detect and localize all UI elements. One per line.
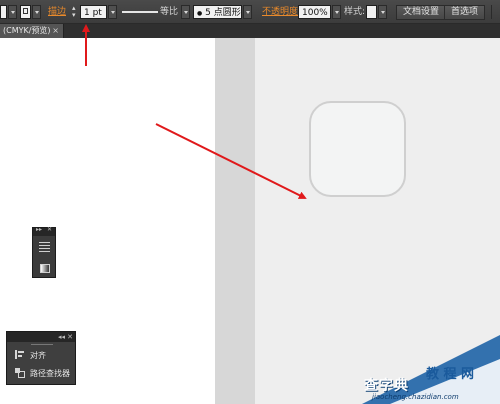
gradient-panel-icon[interactable] <box>40 264 50 273</box>
align-icon <box>15 350 24 359</box>
document-tab-bar: (CMYK/预览) × <box>0 24 500 38</box>
pathfinder-panel-item[interactable]: 路径查找器 <box>15 367 70 380</box>
watermark-subtitle: 教 程 网 <box>426 367 475 382</box>
stroke-panel-icon[interactable] <box>39 242 50 254</box>
document-setup-button[interactable]: 文档设置 <box>396 5 447 20</box>
close-panel-icon[interactable]: ✕ <box>47 226 52 233</box>
variable-width-profile[interactable] <box>122 5 158 19</box>
stroke-color-dropdown[interactable] <box>32 5 41 19</box>
close-tab-icon[interactable]: × <box>52 24 59 38</box>
close-panel-icon[interactable]: ✕ <box>67 332 73 342</box>
graphic-style-swatch[interactable] <box>366 5 377 19</box>
opacity-label[interactable]: 不透明度 <box>262 5 298 19</box>
pathfinder-icon <box>15 368 25 378</box>
opacity-input[interactable]: 100% <box>298 5 331 19</box>
expand-panel-icon[interactable]: ▸▸ <box>36 226 42 233</box>
align-label: 对齐 <box>30 351 46 360</box>
fill-color-swatch[interactable] <box>0 5 7 19</box>
expand-panel-icon[interactable]: ◂◂ <box>58 332 65 342</box>
graphic-style-dropdown[interactable] <box>378 5 387 19</box>
stroke-swatch-icon <box>23 8 28 14</box>
panel-grip[interactable] <box>31 344 53 345</box>
collapsed-panel-header[interactable]: ▸▸ ✕ <box>33 226 55 236</box>
toolbar-divider <box>491 5 492 19</box>
brush-label: 5 点圆形 <box>205 8 241 18</box>
stroke-weight-stepper[interactable]: ▴ ▾ <box>72 5 79 19</box>
fill-dropdown-arrow[interactable] <box>8 5 17 19</box>
document-tab-title: (CMYK/预览) <box>3 26 51 35</box>
style-label: 样式: <box>344 7 366 17</box>
document-tab[interactable]: (CMYK/预览) × <box>0 24 64 38</box>
stroke-label[interactable]: 描边 <box>48 5 66 19</box>
brush-dot-icon: ● <box>197 10 203 17</box>
align-panel-group: ◂◂ ✕ 对齐 路径查找器 <box>6 331 76 385</box>
watermark-logo: 教 程 网 查字典 jiaocheng.chazidian.com <box>362 335 500 404</box>
stroke-weight-input[interactable]: 1 pt <box>80 5 107 19</box>
brush-dropdown[interactable] <box>243 5 252 19</box>
rounded-rectangle-shape[interactable] <box>309 101 406 197</box>
stroke-weight-dropdown[interactable] <box>108 5 117 19</box>
brush-definition[interactable]: ● 5 点圆形 <box>193 5 242 19</box>
align-panel-header[interactable]: ◂◂ ✕ <box>7 332 75 342</box>
align-panel-item[interactable]: 对齐 <box>15 349 46 362</box>
profile-label: 等比 <box>160 7 179 17</box>
stroke-color-swatch[interactable] <box>20 5 31 19</box>
watermark-title: 查字典 <box>364 378 409 394</box>
profile-line-icon <box>122 11 158 13</box>
collapsed-panel: ▸▸ ✕ <box>32 226 56 278</box>
preferences-button[interactable]: 首选项 <box>444 5 486 20</box>
pasteboard <box>215 38 255 404</box>
profile-dropdown[interactable] <box>181 5 190 19</box>
pathfinder-label: 路径查找器 <box>30 369 70 378</box>
watermark-url: jiaocheng.chazidian.com <box>372 393 459 401</box>
control-bar: 描边 ▴ ▾ 1 pt 等比 ● 5 点圆形 不透明度 100% 样式: 文档设置… <box>0 0 500 24</box>
opacity-dropdown[interactable] <box>332 5 341 19</box>
